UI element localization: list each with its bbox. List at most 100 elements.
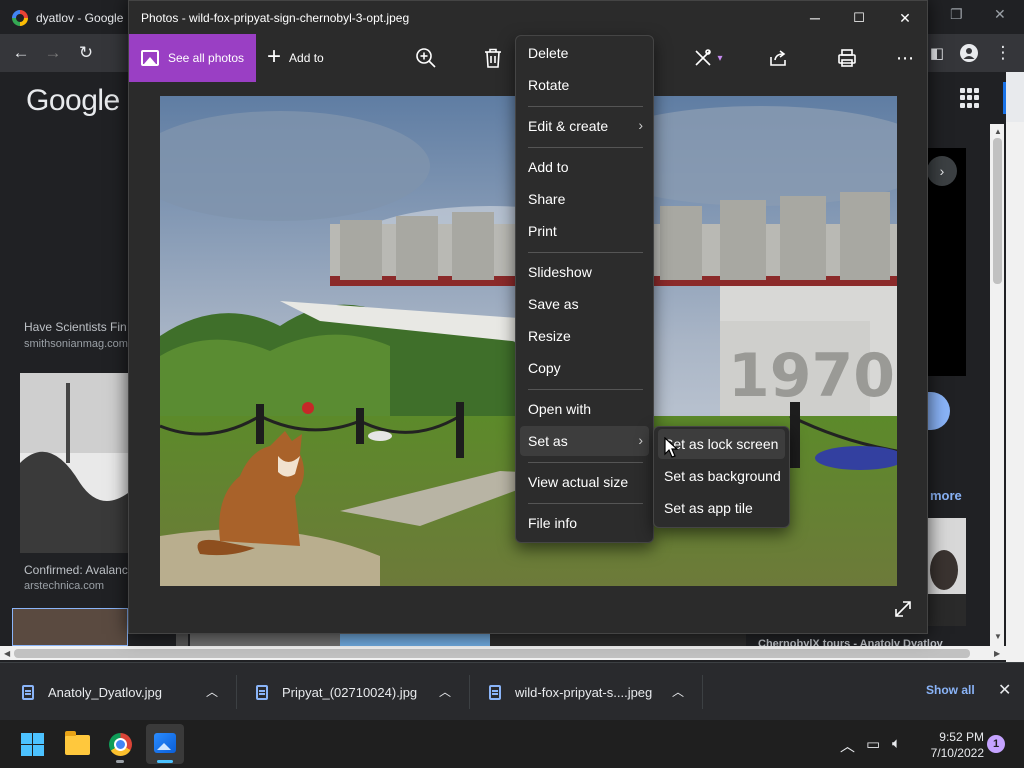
file-icon (489, 684, 501, 700)
notification-badge[interactable]: 1 (987, 735, 1005, 753)
submenu-item-label: Set as lock screen (664, 436, 779, 452)
forward-icon[interactable]: → (42, 42, 64, 64)
result-card-source: smithsonianmag.com (24, 338, 128, 350)
chevron-up-icon[interactable]: ︿ (439, 683, 451, 700)
apps-grid-icon[interactable] (960, 88, 980, 108)
menu-item-label: Open with (528, 401, 592, 417)
menu-item-label: Add to (528, 159, 569, 175)
minimize-icon[interactable]: ─ (803, 7, 827, 29)
svg-text:1970: 1970 (728, 341, 895, 411)
page-right-edge-top (1006, 72, 1024, 122)
menu-item-file-info[interactable]: File info (520, 508, 649, 538)
tray-overflow-chevron-icon[interactable]: ︿ (840, 735, 855, 756)
menu-item-set-as[interactable]: Set as › (520, 426, 649, 456)
thumbnail-fragment (490, 634, 746, 646)
google-favicon-icon (12, 10, 28, 26)
volume-icon[interactable]: 🔈︎ (892, 735, 901, 752)
menu-separator (528, 147, 643, 148)
person-thumbnail[interactable] (928, 518, 966, 626)
reload-icon[interactable]: ↻ (75, 42, 97, 64)
menu-item-open-with[interactable]: Open with (520, 394, 649, 424)
back-icon[interactable]: ← (10, 42, 32, 64)
download-separator (236, 675, 237, 709)
close-icon[interactable]: ✕ (994, 6, 1006, 23)
print-icon[interactable] (835, 46, 859, 70)
scroll-left-icon[interactable]: ◀ (4, 649, 10, 658)
thumbnail-fragment (190, 634, 340, 646)
plus-icon: + (267, 43, 282, 70)
download-item[interactable]: Anatoly_Dyatlov.jpg (22, 663, 162, 721)
menu-separator (528, 462, 643, 463)
edit-dropdown-chevron-icon[interactable]: ▾ (713, 46, 727, 70)
submenu-item-app-tile[interactable]: Set as app tile (658, 493, 785, 523)
scroll-right-icon[interactable]: ▶ (994, 649, 1000, 658)
chevron-up-icon[interactable]: ︿ (206, 683, 218, 700)
delete-icon[interactable] (481, 46, 505, 70)
download-file-name: wild-fox-pripyat-s....jpeg (515, 684, 653, 700)
menu-item-delete[interactable]: Delete (520, 38, 649, 68)
menu-item-share[interactable]: Share (520, 184, 649, 214)
more-icon[interactable]: ⋯ (893, 46, 917, 70)
sidebar-icon[interactable]: ◧ (926, 42, 948, 64)
result-thumbnail[interactable] (12, 608, 128, 646)
menu-item-copy[interactable]: Copy (520, 353, 649, 383)
menu-separator (528, 252, 643, 253)
menu-item-slideshow[interactable]: Slideshow (520, 257, 649, 287)
edit-icon[interactable] (691, 46, 715, 70)
download-item[interactable]: Pripyat_(02710024).jpg (256, 663, 417, 721)
window-close-icon[interactable]: ✕ (893, 7, 917, 29)
file-icon (256, 684, 268, 700)
expand-icon[interactable] (893, 599, 915, 621)
menu-item-label: Set as (528, 433, 568, 449)
menu-item-label: Resize (528, 328, 571, 344)
add-to-label: Add to (289, 51, 324, 65)
download-separator (702, 675, 703, 709)
submenu-item-label: Set as app tile (664, 500, 753, 516)
thumbnail-fragment (176, 634, 188, 646)
menu-separator (528, 106, 643, 107)
chrome-taskbar-icon[interactable] (109, 733, 132, 756)
menu-item-view-actual-size[interactable]: View actual size (520, 467, 649, 497)
share-icon[interactable] (766, 46, 790, 70)
maximize-icon[interactable]: ☐ (847, 7, 871, 29)
carousel-next-icon[interactable]: › (927, 156, 957, 186)
show-all-button[interactable]: Show all (926, 683, 975, 697)
page-right-edge (1006, 72, 1024, 662)
vertical-scrollbar-thumb[interactable] (993, 138, 1002, 284)
submenu-item-background[interactable]: Set as background (658, 461, 785, 491)
menu-kebab-icon[interactable]: ⋮ (992, 42, 1014, 64)
zoom-in-icon[interactable] (414, 46, 438, 70)
restore-icon[interactable]: ❐ (950, 6, 963, 23)
menu-item-resize[interactable]: Resize (520, 321, 649, 351)
network-icon[interactable]: ▭ (866, 735, 880, 753)
more-link[interactable]: more (930, 488, 962, 503)
result-card-title[interactable]: Have Scientists Fin (24, 320, 127, 334)
menu-item-rotate[interactable]: Rotate (520, 70, 649, 100)
menu-item-save-as[interactable]: Save as (520, 289, 649, 319)
file-explorer-icon[interactable] (65, 731, 90, 755)
chevron-right-icon: › (638, 117, 643, 133)
horizontal-scrollbar-thumb[interactable] (14, 649, 970, 658)
photo-gallery-icon (141, 50, 159, 66)
menu-item-print[interactable]: Print (520, 216, 649, 246)
taskbar-clock[interactable]: 9:52 PM 7/10/2022 (920, 729, 984, 761)
menu-item-add-to[interactable]: Add to (520, 152, 649, 182)
windows-start-icon[interactable] (21, 733, 44, 756)
menu-item-label: Rotate (528, 77, 570, 93)
result-thumbnail[interactable] (20, 373, 128, 553)
download-item[interactable]: wild-fox-pripyat-s....jpeg (489, 663, 652, 721)
google-logo[interactable]: Google (26, 84, 120, 118)
file-icon (22, 684, 34, 700)
scroll-down-icon[interactable]: ▼ (994, 632, 1002, 641)
scroll-up-icon[interactable]: ▲ (994, 127, 1002, 136)
profile-icon[interactable] (958, 42, 980, 64)
see-all-photos-button[interactable]: See all photos (129, 34, 256, 82)
clock-time: 9:52 PM (939, 730, 984, 744)
result-card-title[interactable]: Confirmed: Avalanc (24, 563, 128, 577)
photos-app-icon (154, 733, 176, 753)
menu-item-edit-create[interactable]: Edit & create › (520, 111, 649, 141)
close-download-bar-icon[interactable]: ✕ (998, 680, 1011, 700)
download-bar: Anatoly_Dyatlov.jpg ︿ Pripyat_(02710024)… (0, 662, 1024, 720)
chevron-up-icon[interactable]: ︿ (672, 683, 684, 700)
add-to-button[interactable]: + Add to (267, 34, 324, 82)
